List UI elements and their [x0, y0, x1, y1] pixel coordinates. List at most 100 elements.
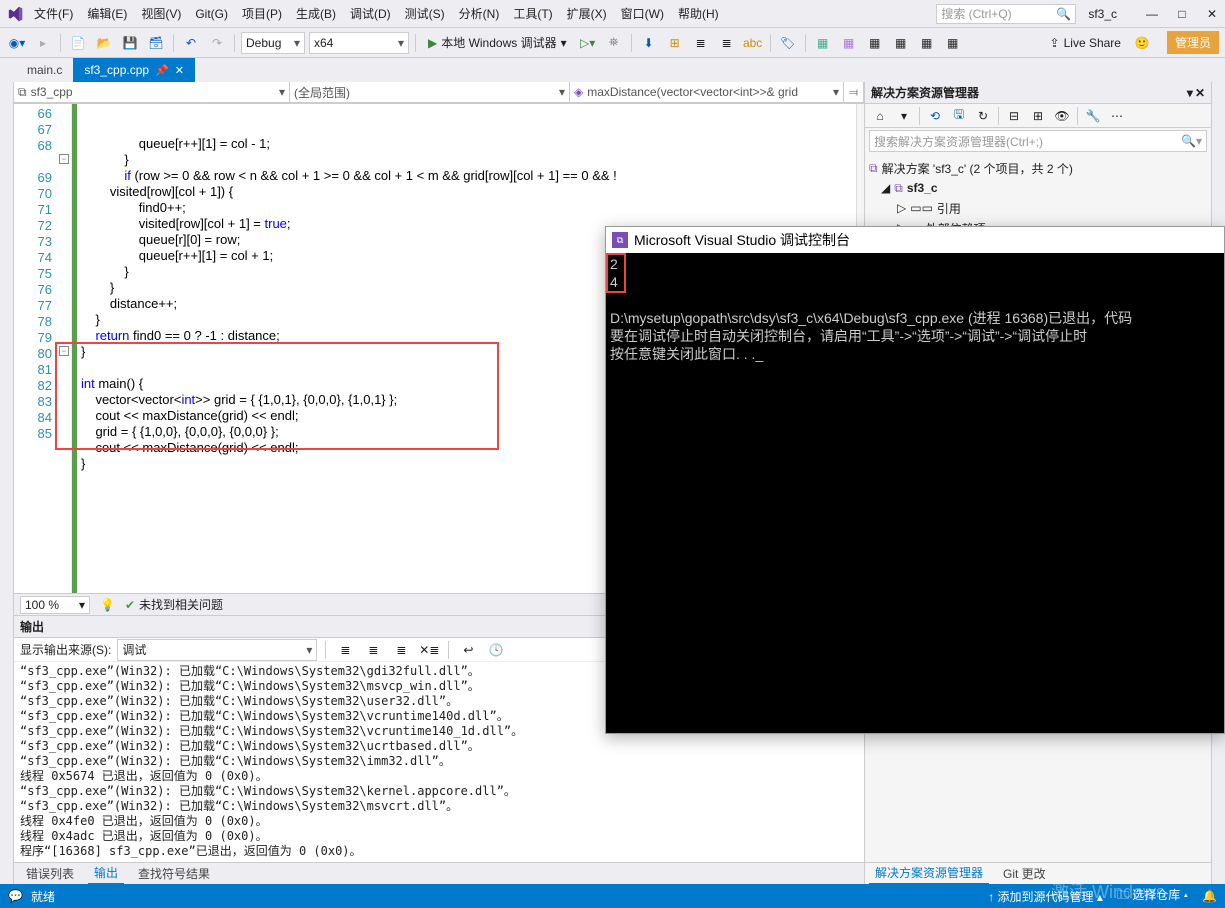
tree-references[interactable]: ▷▭▭引用 — [869, 198, 1207, 218]
nav-member-combo[interactable]: ◈maxDistance(vector<vector<int>>& grid▾ — [570, 82, 844, 103]
redo-button[interactable]: ↷ — [206, 32, 228, 54]
se-dd-icon[interactable]: ▾ — [1187, 86, 1193, 100]
tb-layout1-button[interactable]: ▦ — [812, 32, 834, 54]
close-tab-icon[interactable]: ✕ — [175, 64, 184, 77]
se-close-icon[interactable]: ✕ — [1195, 86, 1205, 100]
tab-sf3-cpp[interactable]: sf3_cpp.cpp📌✕ — [73, 58, 195, 82]
se-more-button[interactable]: ⋯ — [1106, 105, 1128, 127]
se-save-button[interactable]: 🖫 — [948, 105, 970, 127]
minimize-button[interactable]: — — [1145, 7, 1159, 21]
menu-help[interactable]: 帮助(H) — [672, 3, 725, 24]
tab-main-c[interactable]: main.c — [16, 58, 73, 82]
out-btn-2[interactable]: ≣ — [362, 639, 384, 661]
editor-nav-bar: ⧉sf3_cpp▾ (全局范围)▾ ◈maxDistance(vector<ve… — [14, 82, 864, 104]
undo-button[interactable]: ↶ — [180, 32, 202, 54]
open-file-button[interactable]: 📂 — [93, 32, 115, 54]
lightbulb-icon[interactable]: 💡 — [100, 598, 115, 612]
se-home-button[interactable]: ⌂ — [869, 105, 891, 127]
se-search-input[interactable]: 搜索解决方案资源管理器(Ctrl+;)🔍▾ — [869, 130, 1207, 152]
tab-output[interactable]: 输出 — [88, 862, 124, 885]
se-prop-button[interactable]: 🔧 — [1082, 105, 1104, 127]
tb-step-button[interactable]: ⬇ — [638, 32, 660, 54]
maximize-button[interactable]: □ — [1175, 7, 1189, 21]
pin-icon[interactable]: 📌 — [155, 64, 169, 77]
se-refresh-button[interactable]: ↻ — [972, 105, 994, 127]
se-tab-explorer[interactable]: 解决方案资源管理器 — [869, 862, 989, 885]
se-view-button[interactable]: 👁 — [1051, 105, 1073, 127]
tb-layout3-button[interactable]: ▦ — [864, 32, 886, 54]
out-btn-3[interactable]: ≣ — [390, 639, 412, 661]
se-tab-git[interactable]: Git 更改 — [997, 863, 1052, 884]
cpp-icon: ⧉ — [18, 85, 27, 100]
nav-project-combo[interactable]: ⧉sf3_cpp▾ — [14, 82, 290, 103]
close-button[interactable]: ✕ — [1205, 7, 1219, 21]
fold-toggle[interactable]: − — [59, 346, 69, 356]
output-source-combo[interactable]: 调试▾ — [117, 639, 317, 661]
out-wrap-button[interactable]: ↩ — [457, 639, 479, 661]
bell-icon[interactable]: 🔔 — [1202, 889, 1217, 903]
console-icon: ⧉ — [612, 232, 628, 248]
out-clock-button[interactable]: 🕓 — [485, 639, 507, 661]
zoom-combo[interactable]: 100 %▾ — [20, 596, 90, 614]
search-input[interactable]: 搜索 (Ctrl+Q) 🔍 — [936, 4, 1076, 24]
console-titlebar[interactable]: ⧉ Microsoft Visual Studio 调试控制台 — [606, 227, 1224, 253]
new-file-button[interactable]: 📄 — [67, 32, 89, 54]
nav-back-button[interactable]: ◉▾ — [6, 32, 28, 54]
menu-extensions[interactable]: 扩展(X) — [561, 3, 613, 24]
menu-file[interactable]: 文件(F) — [28, 3, 79, 24]
out-btn-1[interactable]: ≣ — [334, 639, 356, 661]
config-combo[interactable]: Debug▾ — [241, 32, 305, 54]
menu-view[interactable]: 视图(V) — [135, 3, 187, 24]
fold-gutter[interactable]: − − — [58, 104, 72, 593]
menu-git[interactable]: Git(G) — [189, 5, 234, 23]
add-source-control[interactable]: ↑ 添加到源代码管理 ▴ — [988, 888, 1103, 905]
start-no-debug-button[interactable]: ▷▾ — [577, 32, 599, 54]
tb-layout4-button[interactable]: ▦ — [890, 32, 912, 54]
select-repo[interactable]: 🗀 选择仓库 ▴ — [1117, 886, 1188, 907]
save-button[interactable]: 💾 — [119, 32, 141, 54]
tb-layout2-button[interactable]: ▦ — [838, 32, 860, 54]
menu-test[interactable]: 测试(S) — [399, 3, 451, 24]
issues-indicator[interactable]: ✔未找到相关问题 — [125, 596, 223, 613]
tab-error-list[interactable]: 错误列表 — [20, 863, 80, 884]
out-clear-button[interactable]: ✕≣ — [418, 639, 440, 661]
menu-edit[interactable]: 编辑(E) — [81, 3, 133, 24]
tb-bookmark-button[interactable]: 🏷 — [777, 32, 799, 54]
menu-project[interactable]: 项目(P) — [236, 3, 288, 24]
tb-new-item-button[interactable]: ⊞ — [664, 32, 686, 54]
left-dock-gutter[interactable] — [0, 82, 14, 884]
platform-combo[interactable]: x64▾ — [309, 32, 409, 54]
menu-window[interactable]: 窗口(W) — [615, 3, 670, 24]
tb-layout6-button[interactable]: ▦ — [942, 32, 964, 54]
menu-tools[interactable]: 工具(T) — [507, 3, 558, 24]
se-collapse-button[interactable]: ⊟ — [1003, 105, 1025, 127]
status-ready: 就绪 — [31, 888, 55, 905]
start-debug-button[interactable]: ▶本地 Windows 调试器▾ — [422, 32, 573, 54]
se-sync-button[interactable]: ⟲ — [924, 105, 946, 127]
menu-bar: 文件(F) 编辑(E) 视图(V) Git(G) 项目(P) 生成(B) 调试(… — [0, 0, 1225, 28]
console-output[interactable]: 2 4 D:\mysetup\gopath\src\dsy\sf3_c\x64\… — [606, 253, 1224, 365]
menu-analyze[interactable]: 分析(N) — [453, 3, 506, 24]
debug-console-window[interactable]: ⧉ Microsoft Visual Studio 调试控制台 2 4 D:\m… — [605, 226, 1225, 734]
fold-toggle[interactable]: − — [59, 154, 69, 164]
project-icon: ⧉ — [894, 181, 903, 196]
tb-layout5-button[interactable]: ▦ — [916, 32, 938, 54]
nav-scope-combo[interactable]: (全局范围)▾ — [290, 82, 570, 103]
tab-find-symbols[interactable]: 查找符号结果 — [132, 863, 216, 884]
tb-outdent-button[interactable]: ≣ — [716, 32, 738, 54]
tb-comment-button[interactable]: abc — [742, 32, 764, 54]
se-showall-button[interactable]: ⊞ — [1027, 105, 1049, 127]
live-share-button[interactable]: ⇪Live Share — [1044, 36, 1127, 50]
tb-indent-button[interactable]: ≣ — [690, 32, 712, 54]
tree-project[interactable]: ◢⧉sf3_c — [869, 178, 1207, 198]
tree-solution[interactable]: ⧉解决方案 'sf3_c' (2 个项目，共 2 个) — [869, 158, 1207, 178]
feedback-button[interactable]: 🙂 — [1131, 32, 1153, 54]
solution-icon: ⧉ — [869, 161, 878, 176]
se-dd-button[interactable]: ▾ — [893, 105, 915, 127]
menu-build[interactable]: 生成(B) — [290, 3, 342, 24]
nav-split-button[interactable]: ⫤ — [844, 82, 864, 103]
nav-fwd-button[interactable]: ▸ — [32, 32, 54, 54]
save-all-button[interactable]: 🗃 — [145, 32, 167, 54]
tb-icon-1[interactable]: ⛯ — [603, 32, 625, 54]
menu-debug[interactable]: 调试(D) — [344, 3, 397, 24]
